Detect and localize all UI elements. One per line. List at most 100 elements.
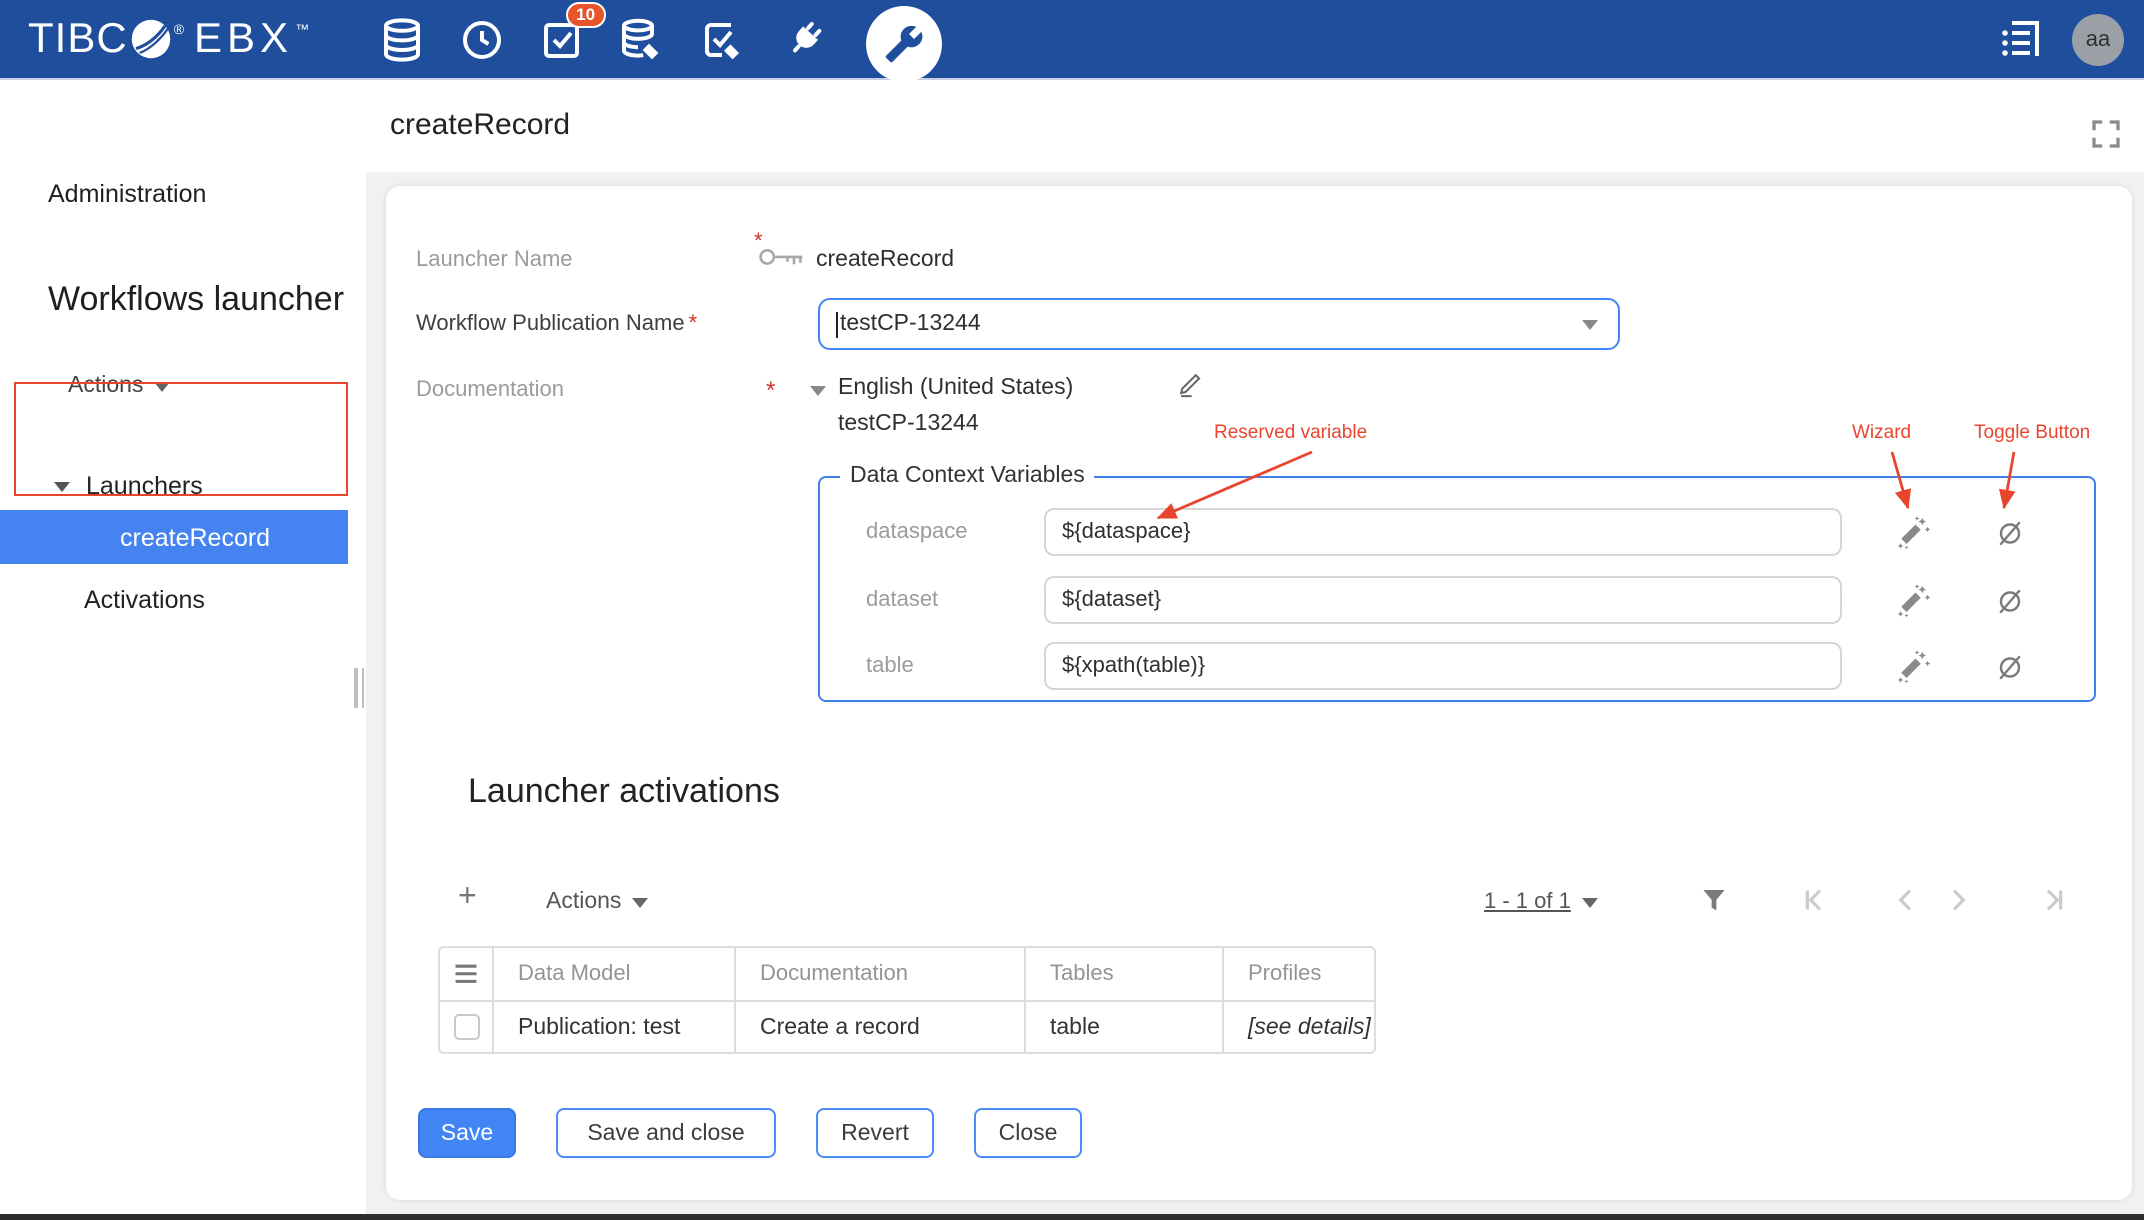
createrecord-label: createRecord [120, 523, 270, 551]
sidebar-panel-title: Workflows launcher [48, 280, 344, 320]
table-menu-icon[interactable] [452, 962, 480, 986]
window-bottom-edge [0, 1214, 2144, 1220]
chevron-down-icon [631, 897, 647, 907]
required-asterisk: * [766, 376, 775, 404]
perspective-menu-icon[interactable] [1994, 14, 2044, 64]
trademark-mark: ™ [295, 24, 309, 38]
chevron-down-icon [153, 381, 169, 391]
wizard-wand-icon[interactable] [1896, 648, 1932, 684]
workflow-publication-name-label: Workflow Publication Name* [416, 312, 697, 336]
first-page-icon[interactable] [1798, 884, 1830, 916]
close-button[interactable]: Close [974, 1108, 1082, 1158]
table-input[interactable]: ${xpath(table)} [1044, 642, 1842, 690]
previous-page-icon[interactable] [1890, 884, 1922, 916]
dataset-edit-icon[interactable] [617, 14, 667, 64]
fullscreen-icon[interactable] [2088, 116, 2124, 152]
activations-actions-dropdown[interactable]: Actions [546, 890, 647, 914]
documentation-locale: English (United States) [838, 376, 1073, 400]
sidebar: Administration Workflows launcher Action… [0, 80, 366, 1214]
revert-button[interactable]: Revert [816, 1108, 934, 1158]
dataspace-row: dataspace ${dataspace} [820, 508, 2094, 556]
sidebar-item-createrecord-selected[interactable]: createRecord [0, 510, 348, 564]
activations-table: Data Model Documentation Tables Profiles… [438, 946, 1376, 1054]
header-tables[interactable]: Tables [1024, 948, 1222, 1000]
row-select-cell [440, 1002, 492, 1052]
save-button[interactable]: Save [418, 1108, 516, 1158]
annotation-wizard: Wizard [1852, 422, 1911, 444]
tree-expander-icon[interactable] [54, 481, 70, 491]
table-header-row: Data Model Documentation Tables Profiles [440, 948, 1374, 1000]
tasks-count-badge: 10 [566, 2, 605, 28]
sidebar-item-launchers[interactable]: Launchers [0, 468, 366, 504]
form-card: Launcher Name * createRecord Workflow Pu… [386, 186, 2132, 1200]
tibco-swoosh-icon [130, 18, 172, 60]
integration-plug-icon[interactable] [777, 14, 827, 64]
data-context-variables-fieldset: Data Context Variables dataspace ${datas… [818, 476, 2096, 702]
column-menu-cell [440, 948, 492, 1000]
dataset-label: dataset [866, 576, 938, 624]
header-documentation[interactable]: Documentation [734, 948, 1024, 1000]
header-data-model[interactable]: Data Model [492, 948, 734, 1000]
launchers-label: Launchers [86, 472, 203, 500]
workflow-publication-name-combobox[interactable]: testCP-13244 [818, 298, 1620, 350]
validation-check-icon[interactable] [697, 14, 747, 64]
sidebar-item-activations[interactable]: Activations [0, 582, 366, 618]
chevron-down-icon [1583, 897, 1599, 907]
dataset-input[interactable]: ${dataset} [1044, 576, 1842, 624]
tasks-checkbox-icon[interactable]: 10 [537, 14, 587, 64]
row-checkbox[interactable] [453, 1014, 479, 1040]
tibco-ebx-logo: TIBC ® EBX ™ [28, 15, 309, 63]
dataspace-input[interactable]: ${dataspace} [1044, 508, 1842, 556]
null-toggle-icon[interactable] [1992, 648, 2028, 684]
registered-mark: ® [174, 24, 184, 38]
cell-profiles-see-details[interactable]: [see details] [1222, 1002, 1374, 1052]
documentation-expander-icon[interactable] [810, 386, 826, 396]
save-and-close-button[interactable]: Save and close [556, 1108, 776, 1158]
text-cursor [836, 311, 838, 337]
last-page-icon[interactable] [2038, 884, 2070, 916]
pagination-selector[interactable]: 1 - 1 of 1 [1484, 890, 1599, 914]
breadcrumb-administration: Administration [48, 180, 206, 208]
annotation-reserved-variable: Reserved variable [1214, 422, 1367, 444]
header-profiles[interactable]: Profiles [1222, 948, 1374, 1000]
wizard-wand-icon[interactable] [1896, 582, 1932, 618]
cell-documentation: Create a record [734, 1002, 1024, 1052]
topbar-right-group: aa [1994, 13, 2124, 65]
pagination-text: 1 - 1 of 1 [1484, 890, 1571, 914]
edit-pencil-icon[interactable] [1176, 368, 1206, 398]
history-clock-icon[interactable] [457, 14, 507, 64]
cell-data-model: Publication: test [492, 1002, 734, 1052]
activations-label: Activations [84, 586, 205, 614]
workflow-publication-name-value: testCP-13244 [840, 312, 981, 336]
documentation-label: Documentation [416, 378, 564, 402]
top-navigation-bar: TIBC ® EBX ™ [0, 0, 2144, 80]
null-toggle-icon[interactable] [1992, 582, 2028, 618]
logo-ebx-text: EBX [194, 15, 293, 63]
user-avatar[interactable]: aa [2072, 13, 2124, 65]
table-row[interactable]: Publication: test Create a record table … [440, 1000, 1374, 1052]
add-activation-button[interactable]: + [458, 880, 477, 916]
filter-icon[interactable] [1698, 884, 1730, 916]
database-icon[interactable] [377, 14, 427, 64]
wizard-wand-icon[interactable] [1896, 514, 1932, 550]
documentation-value: testCP-13244 [838, 412, 979, 436]
sidebar-actions-dropdown[interactable]: Actions [68, 374, 169, 398]
table-label: table [866, 642, 914, 690]
launcher-name-value: createRecord [816, 248, 954, 272]
chevron-down-icon[interactable] [1582, 319, 1598, 329]
actions-label: Actions [546, 890, 621, 914]
next-page-icon[interactable] [1942, 884, 1974, 916]
administration-wrench-icon[interactable] [865, 6, 941, 82]
cell-tables: table [1024, 1002, 1222, 1052]
sidebar-actions-label: Actions [68, 374, 143, 398]
table-row-field: table ${xpath(table)} [820, 642, 2094, 690]
null-toggle-icon[interactable] [1992, 514, 2028, 550]
required-asterisk: * [754, 230, 763, 254]
logo-tibco-text: TIBC [28, 15, 128, 63]
sidebar-resize-handle[interactable] [354, 668, 364, 708]
page-title: createRecord [390, 108, 570, 142]
launcher-name-label: Launcher Name [416, 248, 573, 272]
primary-key-icon: * [758, 244, 806, 270]
launcher-activations-title: Launcher activations [468, 772, 780, 812]
required-asterisk: * [689, 312, 698, 336]
